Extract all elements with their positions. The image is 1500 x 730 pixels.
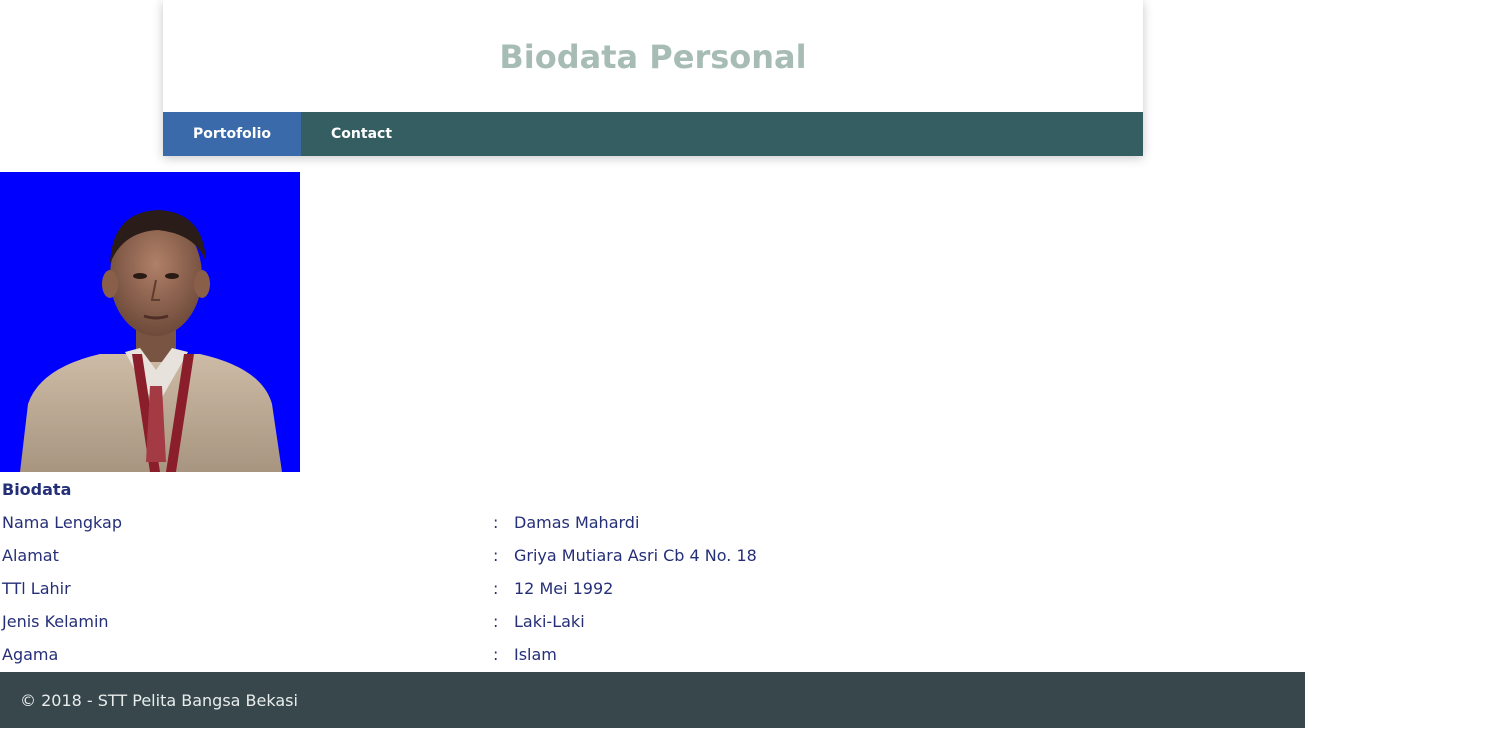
biodata-value: Griya Mutiara Asri Cb 4 No. 18 [514,546,757,565]
biodata-heading: Biodata [2,480,72,499]
biodata-row-jenis-kelamin: Jenis Kelamin : Laki-Laki [2,601,902,634]
profile-photo-image [0,172,300,472]
biodata-label: Jenis Kelamin [2,612,109,631]
biodata-row-agama: Agama : Islam [2,634,902,667]
biodata-value: Laki-Laki [514,612,585,631]
biodata-label: Agama [2,645,59,664]
biodata-value: Islam [514,645,557,664]
site-header: Biodata Personal Portofolio Contact [163,0,1143,156]
biodata-section: Biodata Nama Lengkap : Damas Mahardi Ala… [2,478,902,667]
biodata-row-ttl: TTl Lahir : 12 Mei 1992 [2,568,902,601]
biodata-colon: : [493,579,499,598]
page-title: Biodata Personal [499,38,807,76]
biodata-row-nama: Nama Lengkap : Damas Mahardi [2,502,902,535]
biodata-colon: : [493,513,499,532]
biodata-colon: : [493,546,499,565]
site-footer: © 2018 - STT Pelita Bangsa Bekasi [0,672,1305,728]
biodata-value: Damas Mahardi [514,513,640,532]
nav-item-portofolio[interactable]: Portofolio [163,112,302,156]
biodata-value: 12 Mei 1992 [514,579,614,598]
footer-copyright: © 2018 - STT Pelita Bangsa Bekasi [20,691,298,710]
nav-item-contact[interactable]: Contact [301,112,422,156]
biodata-colon: : [493,612,499,631]
profile-photo [0,172,300,472]
biodata-colon: : [493,645,499,664]
biodata-row-alamat: Alamat : Griya Mutiara Asri Cb 4 No. 18 [2,535,902,568]
biodata-label: Alamat [2,546,59,565]
biodata-label: Nama Lengkap [2,513,122,532]
biodata-label: TTl Lahir [2,579,71,598]
navbar: Portofolio Contact [163,112,1143,156]
